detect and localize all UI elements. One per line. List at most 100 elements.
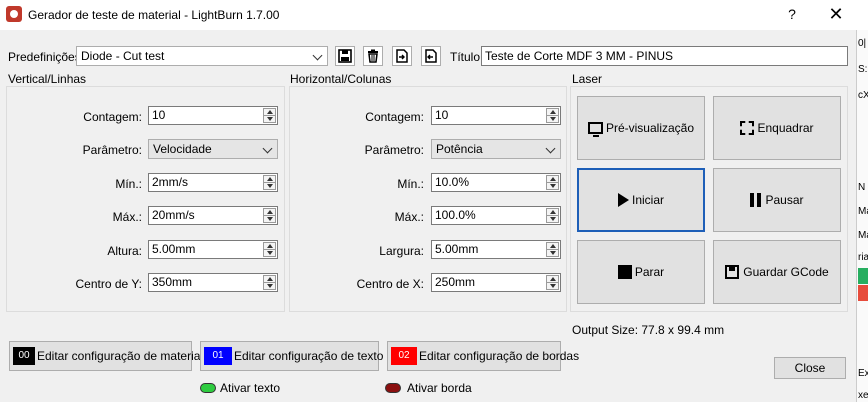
enable-border-toggle[interactable] — [385, 383, 401, 393]
laser-group-title: Laser — [572, 72, 603, 86]
chevron-down-icon — [312, 50, 323, 61]
lightburn-app-icon — [6, 6, 22, 22]
file-export-icon — [425, 49, 437, 63]
vertical-center-spinbox[interactable]: 350mm — [148, 273, 278, 292]
horizontal-param-label: Parâmetro: — [364, 143, 424, 157]
layer-01-chip: 01 — [204, 347, 232, 365]
vertical-param-label: Parâmetro: — [82, 143, 142, 157]
close-window-button[interactable]: ✕ — [822, 3, 850, 25]
horizontal-group-title: Horizontal/Colunas — [290, 72, 392, 86]
window-title: Gerador de teste de material - LightBurn… — [28, 8, 280, 22]
vertical-count-spinbox[interactable]: 10 — [148, 106, 278, 125]
vertical-param-value: Velocidade — [153, 142, 212, 156]
monitor-icon — [587, 122, 603, 137]
spin-arrows-icon[interactable] — [546, 108, 559, 123]
presets-dropdown[interactable]: Diode - Cut test — [76, 46, 328, 66]
pause-button[interactable]: Pausar — [713, 168, 841, 232]
bg-text: ria — [858, 252, 868, 263]
trash-icon — [368, 49, 378, 63]
preview-button[interactable]: Pré-visualização — [577, 96, 705, 160]
import-preset-button[interactable] — [392, 46, 412, 66]
spin-arrows-icon[interactable] — [263, 242, 276, 257]
stop-label: Parar — [634, 265, 665, 279]
presets-selected-value: Diode - Cut test — [81, 49, 165, 63]
spin-arrows-icon[interactable] — [546, 242, 559, 257]
horizontal-center-spinbox[interactable]: 250mm — [431, 273, 561, 292]
vertical-param-dropdown[interactable]: Velocidade — [148, 139, 278, 159]
background-window-strip: 0| S: cX N Ma Ma ria Ex xe — [856, 30, 868, 402]
vertical-min-spinbox[interactable]: 2mm/s — [148, 173, 278, 192]
bg-green-swatch — [858, 268, 868, 284]
preview-label: Pré-visualização — [605, 121, 695, 135]
edit-border-config-label: Editar configuração de bordas — [419, 349, 580, 363]
horizontal-min-value: 10.0% — [435, 175, 470, 189]
bg-text: 0| — [858, 38, 867, 49]
vertical-min-label: Mín.: — [115, 177, 142, 191]
horizontal-count-spinbox[interactable]: 10 — [431, 106, 561, 125]
frame-button[interactable]: Enquadrar — [713, 96, 841, 160]
presets-label: Predefinições — [8, 50, 81, 64]
edit-text-config-label: Editar configuração de texto — [234, 349, 384, 363]
edit-border-config-button[interactable]: 02 Editar configuração de bordas — [387, 341, 579, 371]
vertical-max-value: 20mm/s — [152, 208, 195, 222]
spin-arrows-icon[interactable] — [546, 175, 559, 190]
bg-text: Ma — [858, 206, 868, 217]
chevron-down-icon — [545, 143, 556, 154]
horizontal-count-label: Contagem: — [365, 110, 424, 124]
bg-text: Ex — [858, 368, 868, 379]
frame-label: Enquadrar — [757, 121, 814, 135]
horizontal-param-dropdown[interactable]: Potência — [431, 139, 561, 159]
vertical-max-spinbox[interactable]: 20mm/s — [148, 206, 278, 225]
vertical-min-value: 2mm/s — [152, 175, 188, 189]
save-gcode-button[interactable]: Guardar GCode — [713, 240, 841, 304]
bg-text: xe — [858, 390, 868, 401]
horizontal-max-label: Máx.: — [394, 210, 424, 224]
spin-arrows-icon[interactable] — [263, 275, 276, 290]
delete-preset-button[interactable] — [363, 46, 383, 66]
spin-arrows-icon[interactable] — [263, 108, 276, 123]
vertical-height-spinbox[interactable]: 5.00mm — [148, 240, 278, 259]
save-gcode-label: Guardar GCode — [743, 265, 829, 279]
export-preset-button[interactable] — [421, 46, 441, 66]
spin-arrows-icon[interactable] — [546, 208, 559, 223]
test-title-input[interactable]: Teste de Corte MDF 3 MM - PINUS — [481, 46, 848, 66]
layer-00-chip: 00 — [13, 347, 35, 365]
floppy-disk-icon — [725, 265, 740, 279]
vertical-count-label: Contagem: — [83, 110, 142, 124]
chevron-down-icon — [262, 143, 273, 154]
start-button[interactable]: Iniciar — [577, 168, 705, 232]
layer-02-chip: 02 — [391, 347, 417, 365]
output-size-text: Output Size: 77.8 x 99.4 mm — [572, 323, 725, 337]
enable-border-label: Ativar borda — [407, 381, 472, 395]
edit-text-config-button[interactable]: 01 Editar configuração de texto — [200, 341, 383, 371]
floppy-disk-icon — [338, 49, 352, 63]
horizontal-max-value: 100.0% — [435, 208, 476, 222]
bg-text: cX — [858, 90, 868, 101]
stop-icon — [617, 265, 632, 279]
edit-material-config-label: Editar configuração de material — [37, 349, 204, 363]
bg-text: Ma — [858, 230, 868, 241]
spin-arrows-icon[interactable] — [263, 208, 276, 223]
horizontal-width-spinbox[interactable]: 5.00mm — [431, 240, 561, 259]
play-icon — [617, 193, 629, 207]
horizontal-min-label: Mín.: — [397, 177, 424, 191]
help-button[interactable]: ? — [780, 3, 804, 25]
vertical-center-label: Centro de Y: — [75, 277, 143, 291]
frame-icon — [740, 121, 755, 135]
save-preset-button[interactable] — [335, 46, 355, 66]
start-label: Iniciar — [631, 193, 664, 207]
material-test-dialog: Predefinições Diode - Cut test Título Te… — [0, 30, 856, 402]
bg-red-swatch — [858, 285, 868, 301]
enable-text-label: Ativar texto — [220, 381, 281, 395]
horizontal-width-label: Largura: — [379, 244, 424, 258]
close-button[interactable]: Close — [774, 357, 846, 379]
vertical-group-title: Vertical/Linhas — [8, 72, 87, 86]
edit-material-config-button[interactable]: 00 Editar configuração de material — [9, 341, 203, 371]
stop-button[interactable]: Parar — [577, 240, 705, 304]
spin-arrows-icon[interactable] — [263, 175, 276, 190]
enable-text-toggle[interactable] — [200, 383, 216, 393]
pause-label: Pausar — [765, 193, 804, 207]
horizontal-min-spinbox[interactable]: 10.0% — [431, 173, 561, 192]
horizontal-max-spinbox[interactable]: 100.0% — [431, 206, 561, 225]
spin-arrows-icon[interactable] — [546, 275, 559, 290]
